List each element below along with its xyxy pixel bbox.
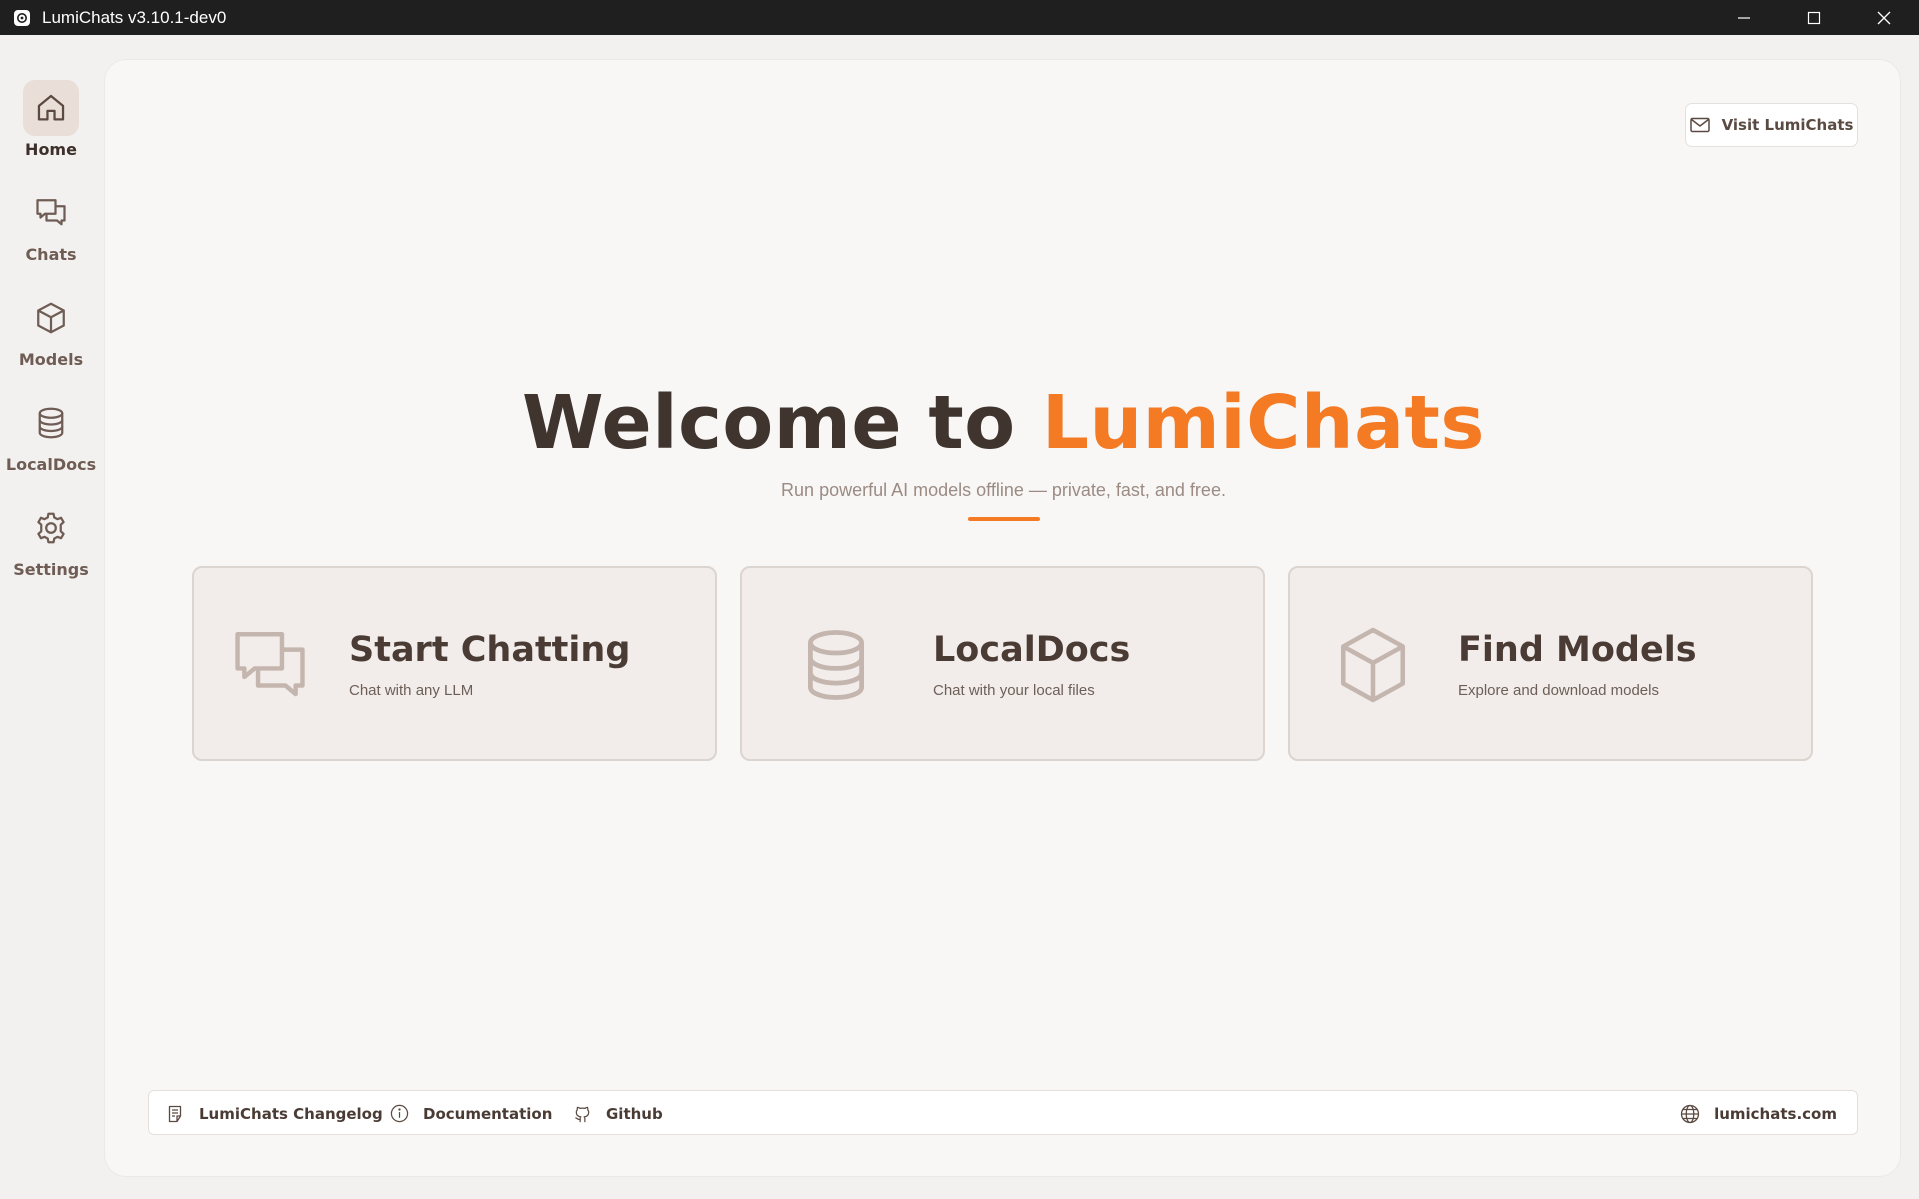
- app-logo-icon: [12, 8, 32, 28]
- gear-icon: [23, 500, 79, 556]
- tagline: Run powerful AI models offline — private…: [781, 480, 1226, 500]
- window-controls: [1709, 0, 1919, 35]
- welcome-heading: Welcome to LumiChats: [105, 380, 1902, 466]
- home-icon: [23, 80, 79, 136]
- sidebar-item-localdocs[interactable]: LocalDocs: [0, 395, 102, 474]
- documentation-link[interactable]: Documentation: [390, 1091, 552, 1136]
- github-label: Github: [606, 1104, 663, 1123]
- accent-divider: [968, 517, 1040, 521]
- card-subtitle: Explore and download models: [1458, 682, 1659, 699]
- chat-bubbles-icon: [23, 185, 79, 241]
- card-subtitle: Chat with your local files: [933, 682, 1095, 699]
- minimize-button[interactable]: [1709, 0, 1779, 35]
- localdocs-card[interactable]: LocalDocs Chat with your local files: [740, 566, 1265, 761]
- github-link[interactable]: Github: [573, 1091, 663, 1136]
- welcome-prefix: Welcome to: [522, 380, 1042, 466]
- sidebar-item-home[interactable]: Home: [0, 80, 102, 159]
- sidebar-item-label: Settings: [13, 560, 89, 579]
- minimize-icon: [1738, 16, 1750, 19]
- globe-icon: [1680, 1104, 1700, 1123]
- brand-name: LumiChats: [1041, 380, 1485, 466]
- card-title: Start Chatting: [349, 630, 631, 670]
- visit-lumichats-label: Visit LumiChats: [1721, 116, 1854, 134]
- sidebar-item-label: Models: [18, 350, 84, 369]
- database-icon: [23, 395, 79, 451]
- start-chatting-card[interactable]: Start Chatting Chat with any LLM: [192, 566, 717, 761]
- website-link[interactable]: lumichats.com: [1680, 1091, 1837, 1136]
- sidebar-item-label: Chats: [25, 245, 77, 264]
- cube-icon: [23, 290, 79, 346]
- info-icon: [390, 1104, 409, 1123]
- footer-links-bar: LumiChats Changelog Documentation Github: [148, 1090, 1858, 1135]
- sidebar-item-models[interactable]: Models: [0, 290, 102, 369]
- maximize-icon: [1807, 11, 1821, 24]
- find-models-card[interactable]: Find Models Explore and download models: [1288, 566, 1813, 761]
- website-label: lumichats.com: [1714, 1104, 1837, 1123]
- chat-bubbles-icon: [228, 623, 312, 707]
- card-title: Find Models: [1458, 630, 1697, 670]
- maximize-button[interactable]: [1779, 0, 1849, 35]
- sidebar-item-chats[interactable]: Chats: [0, 185, 102, 264]
- card-subtitle: Chat with any LLM: [349, 682, 474, 699]
- changelog-label: LumiChats Changelog: [199, 1104, 383, 1123]
- visit-lumichats-button[interactable]: Visit LumiChats: [1685, 103, 1858, 147]
- cube-icon: [1331, 623, 1415, 707]
- changelog-link[interactable]: LumiChats Changelog: [167, 1091, 383, 1136]
- window-title: LumiChats v3.10.1-dev0: [42, 7, 227, 27]
- documentation-label: Documentation: [423, 1104, 553, 1123]
- close-icon: [1877, 11, 1891, 24]
- home-panel: Visit LumiChats Welcome to LumiChats Run…: [104, 59, 1901, 1177]
- github-icon: [575, 1106, 590, 1123]
- title-bar: LumiChats v3.10.1-dev0: [0, 0, 1919, 35]
- sidebar-item-label: Home: [25, 140, 77, 159]
- sidebar-item-label: LocalDocs: [5, 455, 97, 474]
- mail-icon: [1689, 117, 1710, 133]
- sidebar: Home Chats Models LocalDocs Settings: [0, 35, 102, 1199]
- database-icon: [794, 623, 878, 707]
- card-title: LocalDocs: [933, 630, 1131, 670]
- changelog-icon: [168, 1105, 182, 1122]
- sidebar-item-settings[interactable]: Settings: [0, 500, 102, 579]
- close-button[interactable]: [1849, 0, 1919, 35]
